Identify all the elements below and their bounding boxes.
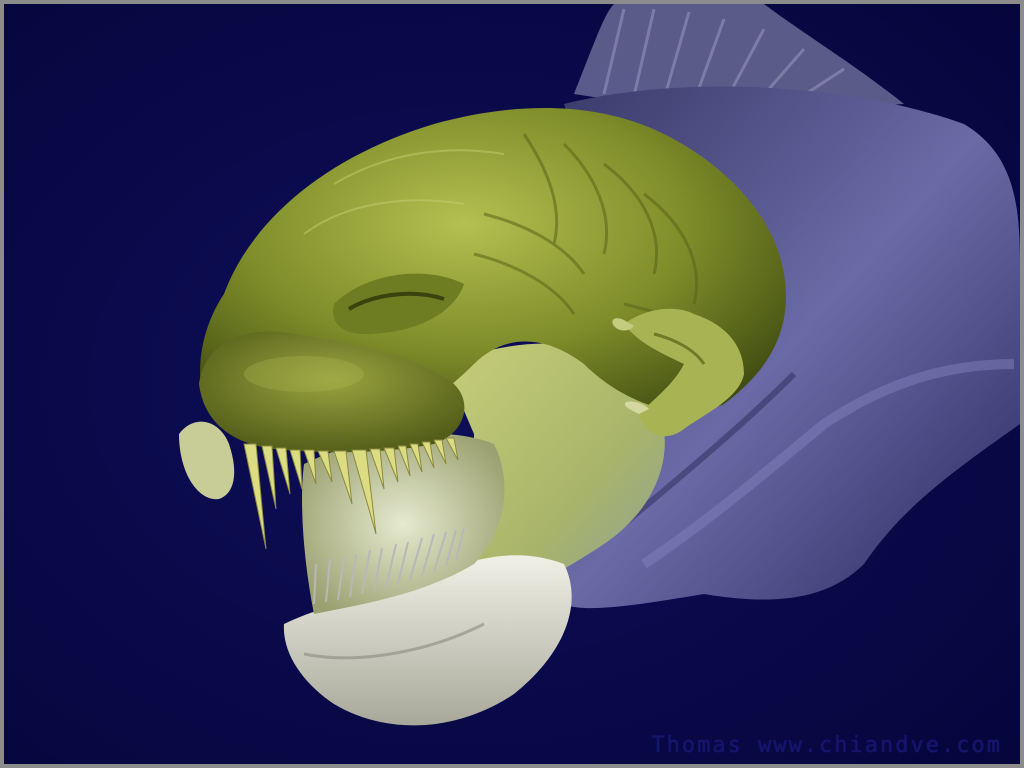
- watermark-text: Thomas www.chiandve.com: [651, 733, 1002, 758]
- creature-illustration: [4, 4, 1020, 764]
- image-frame: Thomas www.chiandve.com: [0, 0, 1024, 768]
